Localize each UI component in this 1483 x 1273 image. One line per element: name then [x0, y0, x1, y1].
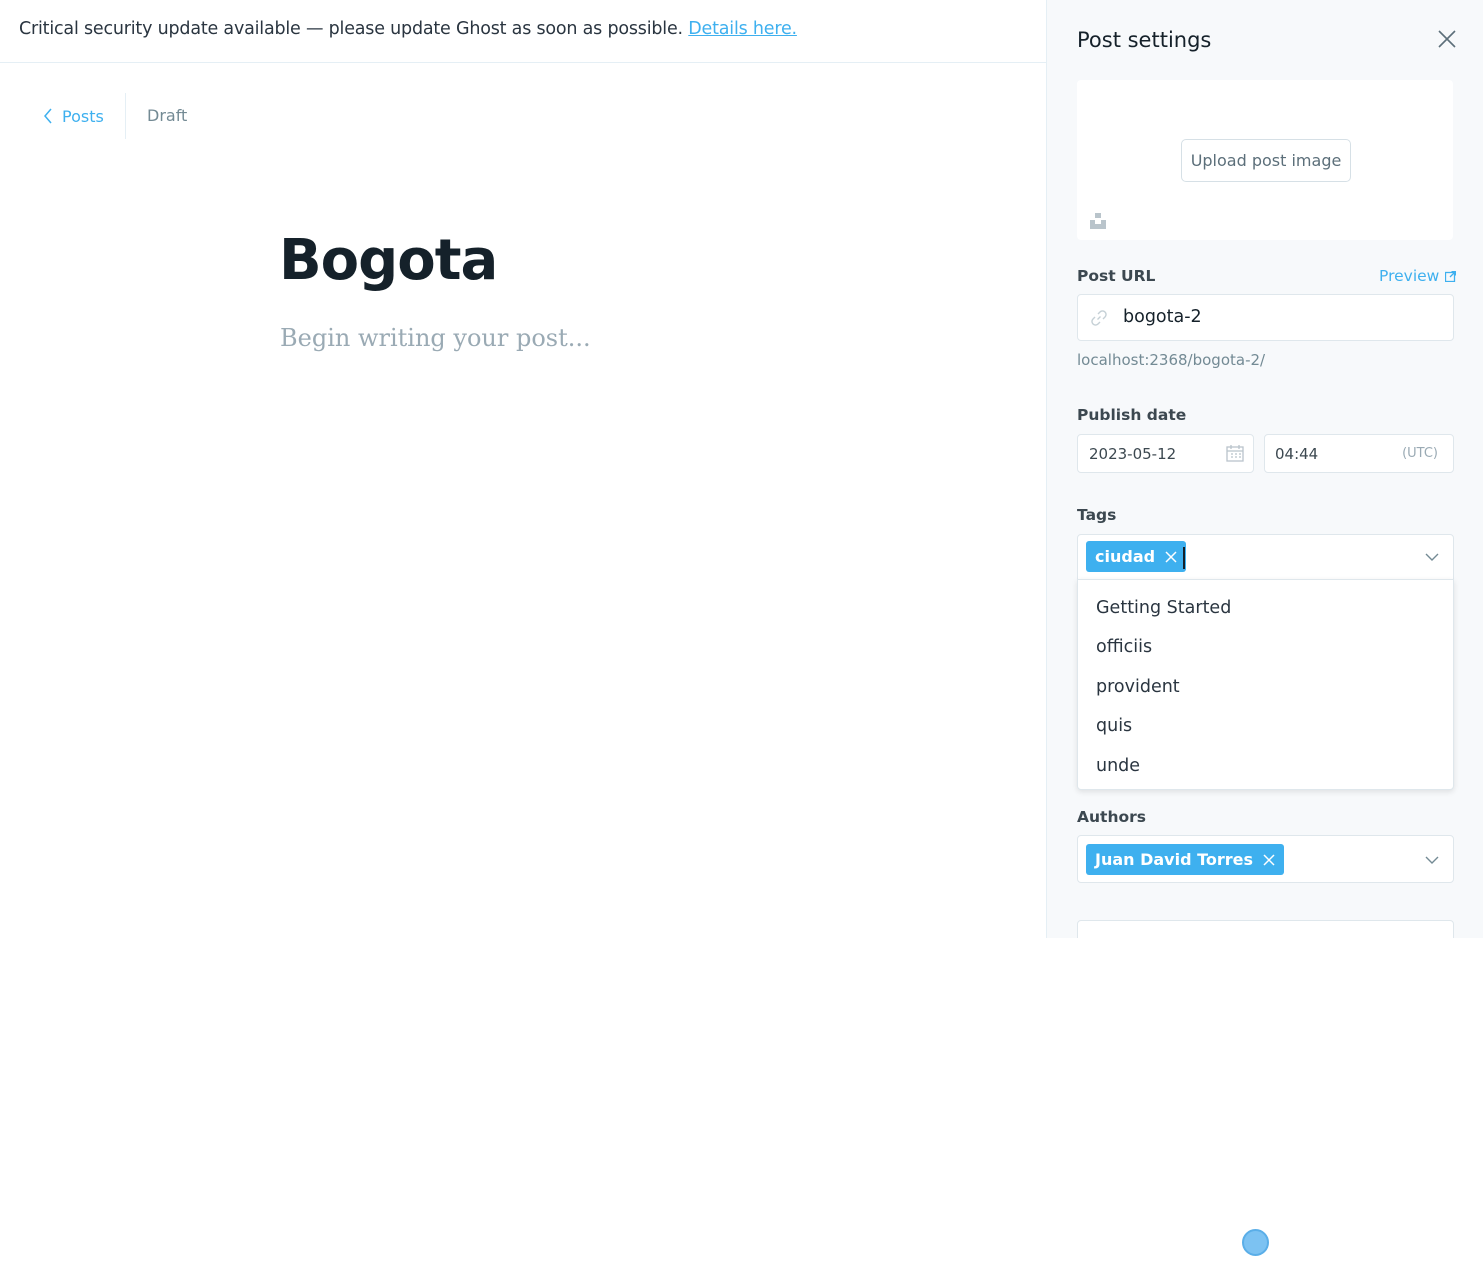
author-chip: Juan David Torres	[1086, 844, 1285, 875]
tags-label: Tags	[1077, 506, 1117, 524]
back-link-label: Posts	[62, 106, 104, 126]
text-caret	[1183, 547, 1185, 569]
preview-label: Preview	[1379, 267, 1440, 285]
chevron-left-icon	[44, 108, 52, 124]
post-image-dropzone[interactable]: Upload post image	[1077, 80, 1453, 240]
upload-post-image-button[interactable]: Upload post image	[1181, 139, 1351, 182]
tag-chip-label: ciudad	[1095, 547, 1156, 566]
security-banner: Critical security update available — ple…	[0, 0, 1046, 63]
post-status: Draft	[147, 106, 188, 125]
post-settings-panel: Post settings Upload post image Post URL…	[1046, 0, 1483, 938]
author-chip-label: Juan David Torres	[1095, 850, 1254, 869]
post-full-url: localhost:2368/bogota-2/	[1077, 351, 1266, 369]
close-icon[interactable]	[1436, 28, 1458, 50]
timezone-label: (UTC)	[1402, 446, 1438, 461]
post-title[interactable]: Bogota	[279, 228, 498, 293]
banner-text: Critical security update available — ple…	[19, 19, 797, 39]
header-divider	[125, 93, 126, 139]
tag-option[interactable]: unde	[1078, 746, 1453, 786]
unsplash-icon[interactable]	[1089, 212, 1107, 230]
post-url-label: Post URL	[1077, 267, 1156, 285]
tag-option[interactable]: Getting Started	[1078, 588, 1453, 628]
tag-option[interactable]: quis	[1078, 707, 1453, 747]
remove-tag-icon[interactable]	[1165, 550, 1177, 563]
post-body-editor[interactable]: Begin writing your post...	[280, 324, 591, 352]
panel-title: Post settings	[1077, 28, 1212, 52]
tag-option[interactable]: officiis	[1078, 628, 1453, 668]
chevron-down-icon[interactable]	[1425, 553, 1439, 562]
publish-date-value: 2023-05-12	[1089, 445, 1177, 463]
publish-date-field[interactable]: 2023-05-12	[1077, 434, 1254, 473]
tag-option[interactable]: provident	[1078, 667, 1453, 707]
post-url-field[interactable]	[1077, 294, 1454, 341]
chevron-down-icon[interactable]	[1425, 856, 1439, 865]
pointer-indicator	[1242, 1229, 1269, 1256]
back-to-posts-link[interactable]: Posts	[42, 103, 104, 129]
remove-author-icon[interactable]	[1263, 853, 1275, 866]
publish-time-field[interactable]: 04:44 (UTC)	[1264, 434, 1454, 473]
tags-dropdown: Getting Started officiis provident quis …	[1077, 579, 1454, 790]
calendar-icon[interactable]	[1226, 445, 1244, 462]
external-link-icon	[1445, 270, 1457, 282]
banner-message: Critical security update available — ple…	[19, 19, 683, 39]
post-url-input[interactable]	[1123, 307, 1423, 327]
authors-field[interactable]: Juan David Torres	[1077, 835, 1454, 883]
authors-label: Authors	[1077, 808, 1146, 826]
tag-chip: ciudad	[1086, 541, 1187, 572]
link-icon	[1091, 310, 1107, 326]
next-settings-field[interactable]	[1077, 920, 1454, 938]
publish-date-label: Publish date	[1077, 406, 1187, 424]
preview-link[interactable]: Preview	[1379, 267, 1457, 285]
banner-details-link[interactable]: Details here.	[688, 19, 797, 39]
publish-time-value: 04:44	[1275, 445, 1319, 463]
tags-field[interactable]: ciudad	[1077, 534, 1454, 580]
